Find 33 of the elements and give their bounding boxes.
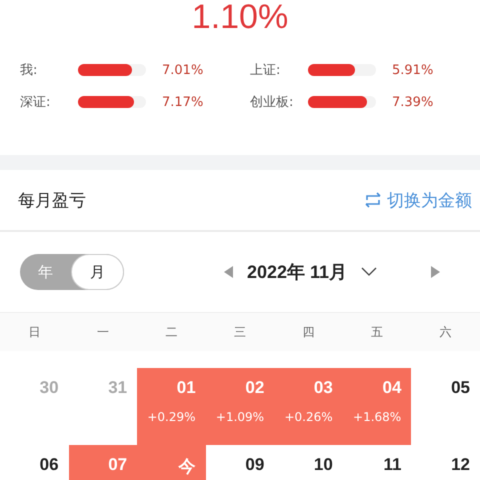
return-value: 5.91%	[392, 62, 434, 78]
next-button[interactable]	[431, 266, 440, 278]
right-triangle-icon	[431, 266, 440, 278]
month-label[interactable]: 2022年 11月	[246, 260, 348, 284]
swap-icon	[363, 191, 383, 209]
weekday-label: 三	[232, 324, 247, 340]
gain-day-cell[interactable]: 03 +0.26%	[274, 368, 343, 445]
index-label: 深证:	[20, 94, 52, 111]
section-title: 每月盈亏	[18, 190, 86, 212]
switch-button[interactable]: 切换为金额	[363, 188, 472, 212]
left-triangle-icon	[224, 266, 233, 278]
period-tab[interactable]: 月	[71, 254, 124, 290]
weekday-label: 二	[164, 324, 178, 340]
weekday-label: 六	[438, 324, 453, 340]
weekday-label: 五	[370, 324, 384, 340]
period-tab[interactable]: 年	[20, 254, 71, 290]
gain-day-cell[interactable]: 02 +1.09%	[206, 368, 274, 445]
gain-day-cell[interactable]: 04 +1.68%	[342, 368, 412, 445]
return-value: 7.17%	[162, 94, 204, 110]
total-return: 1.10%	[192, 2, 288, 32]
chevron-down-icon[interactable]	[361, 267, 378, 277]
weekday-label: 四	[302, 324, 316, 340]
return-value: 7.01%	[162, 62, 204, 78]
gain-day-cell[interactable]: 07	[68, 445, 138, 480]
return-value: 7.39%	[392, 94, 434, 110]
gain-day-cell[interactable]: 01 +0.29%	[137, 368, 206, 445]
previous-button[interactable]	[224, 266, 233, 278]
gain-day-cell[interactable]: 今	[137, 445, 206, 480]
weekday-label: 日	[27, 324, 42, 340]
index-label: 创业板:	[250, 94, 294, 111]
weekday-label: 一	[96, 324, 110, 340]
index-label: 上证:	[250, 62, 282, 79]
index-label: 我:	[20, 62, 38, 79]
